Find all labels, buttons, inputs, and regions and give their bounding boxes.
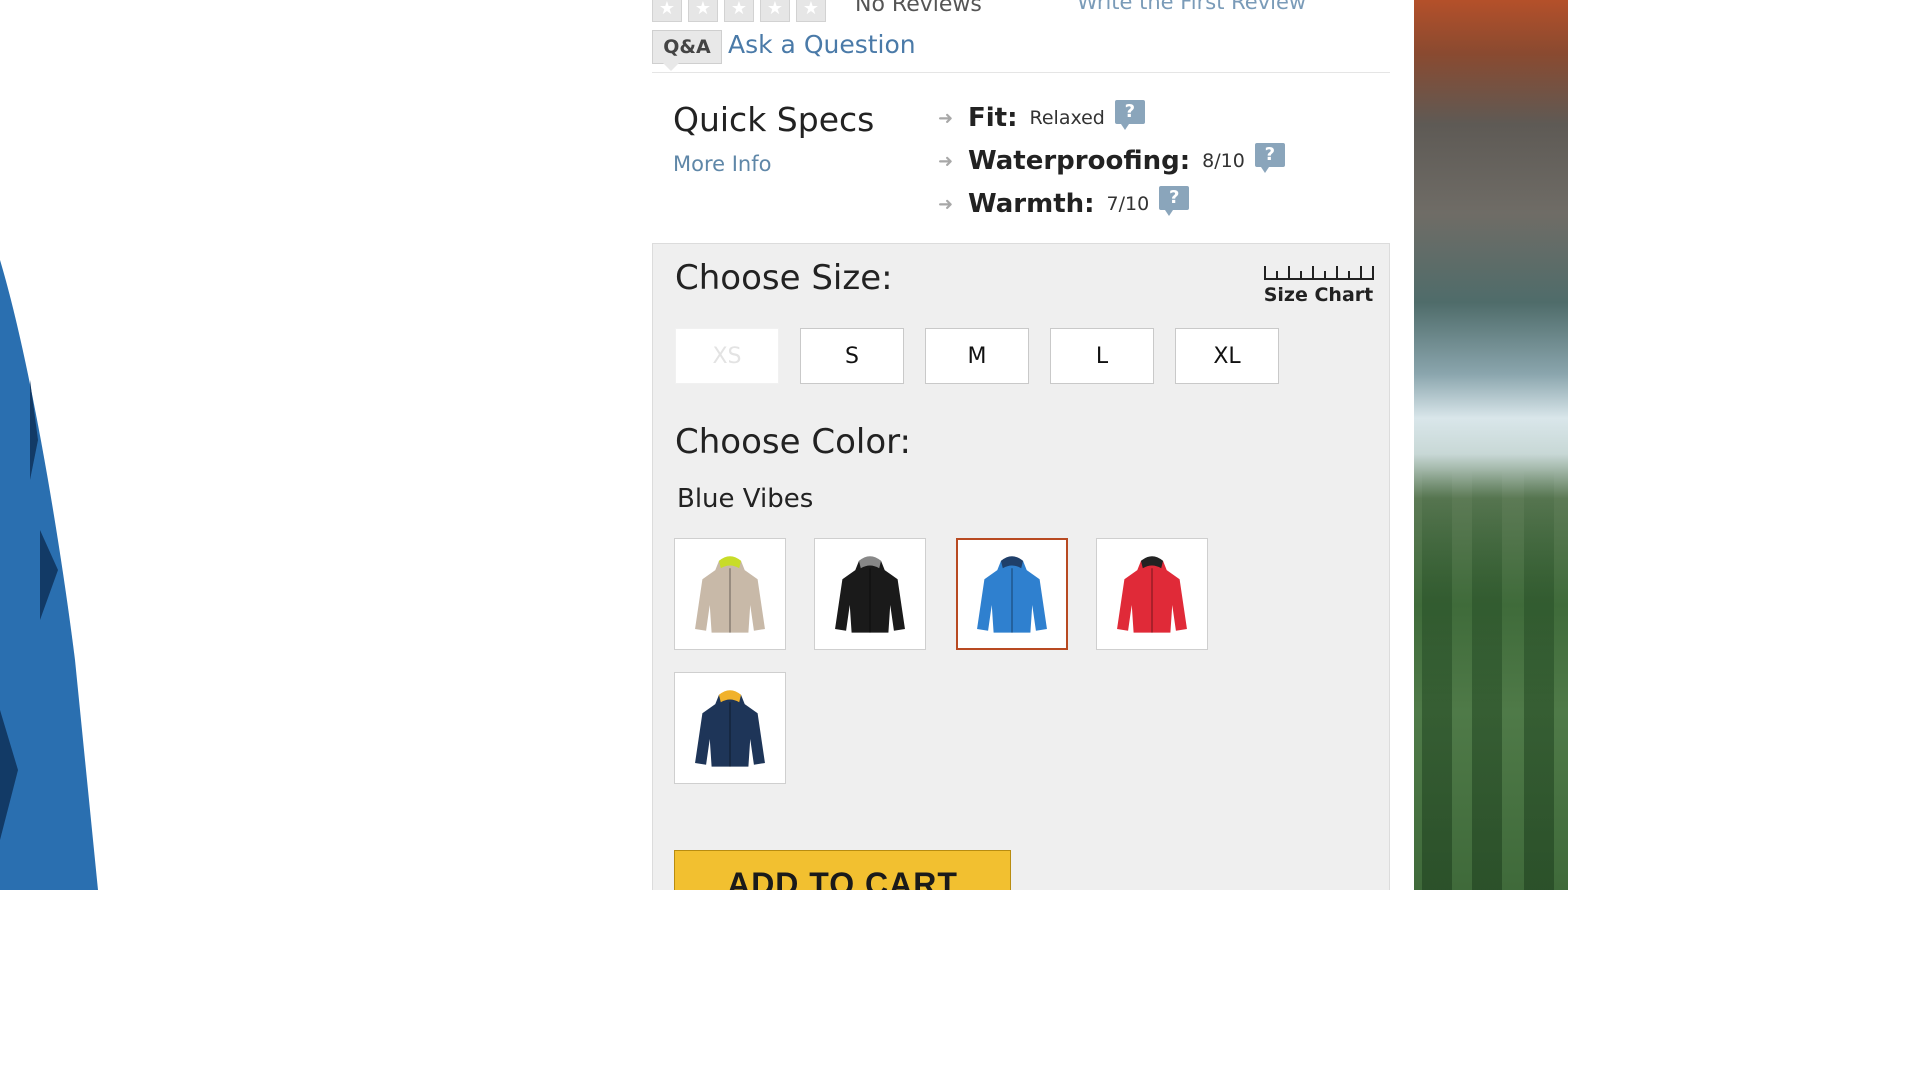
product-image-edge <box>0 260 98 890</box>
size-option-m[interactable]: M <box>925 328 1029 384</box>
spec-warmth: ➜ Warmth: 7/10 ? <box>938 186 1190 222</box>
jacket-thumbnail-icon <box>695 556 765 633</box>
spec-value: 8/10 <box>1202 150 1245 172</box>
qa-badge-icon: Q&A <box>652 30 722 71</box>
arrow-icon: ➜ <box>938 193 954 215</box>
jacket-thumbnail-icon <box>977 556 1047 633</box>
ruler-icon <box>1263 264 1374 280</box>
size-option-s[interactable]: S <box>800 328 904 384</box>
star-rating: ★ ★ ★ ★ ★ <box>652 0 826 22</box>
help-icon[interactable]: ? <box>1254 143 1285 173</box>
choose-color-title: Choose Color: <box>675 422 911 462</box>
write-review-link[interactable]: Write the First Review <box>1077 0 1306 14</box>
spec-label: Warmth: <box>968 189 1095 219</box>
jacket-thumbnail-icon <box>835 556 905 633</box>
help-icon[interactable]: ? <box>1114 100 1145 130</box>
spec-value: Relaxed <box>1029 107 1105 129</box>
size-option-l[interactable]: L <box>1050 328 1154 384</box>
help-icon[interactable]: ? <box>1159 186 1190 216</box>
color-swatch[interactable] <box>1096 538 1208 650</box>
page: ★ ★ ★ ★ ★ No Reviews Write the First Review … <box>0 0 1568 890</box>
divider <box>652 72 1390 73</box>
size-chart-link[interactable]: Size Chart <box>1261 264 1376 306</box>
jacket-thumbnail-icon <box>695 690 765 767</box>
quick-specs-title: Quick Specs <box>673 100 875 139</box>
color-swatch-selected[interactable] <box>956 538 1068 650</box>
ask-question-link[interactable]: Ask a Question <box>728 30 916 59</box>
size-options: XS S M L XL <box>675 328 1279 384</box>
color-swatch[interactable] <box>674 538 786 650</box>
star-icon: ★ <box>760 0 790 22</box>
size-option-xl[interactable]: XL <box>1175 328 1279 384</box>
spec-value: 7/10 <box>1106 193 1150 215</box>
color-swatch[interactable] <box>814 538 926 650</box>
star-icon: ★ <box>796 0 826 22</box>
selected-color-name: Blue Vibes <box>677 484 814 514</box>
color-swatch[interactable] <box>674 672 786 784</box>
product-options-panel: Choose Size: Size Chart XS S M L XL Choo… <box>652 243 1390 890</box>
choose-size-title: Choose Size: <box>675 258 893 298</box>
spec-waterproofing: ➜ Waterproofing: 8/10 ? <box>938 143 1285 179</box>
star-icon: ★ <box>652 0 682 22</box>
add-to-cart-button[interactable]: ADD TO CART <box>674 850 1011 890</box>
spec-label: Fit: <box>968 103 1018 133</box>
jacket-thumbnail-icon <box>1117 556 1187 633</box>
star-icon: ★ <box>724 0 754 22</box>
size-option-xs: XS <box>675 328 779 384</box>
spec-label: Waterproofing: <box>968 146 1191 176</box>
rating-row: ★ ★ ★ ★ ★ No Reviews Write the First Review <box>652 0 1392 22</box>
background-scenery <box>1414 0 1568 890</box>
star-icon: ★ <box>688 0 718 22</box>
spec-fit: ➜ Fit: Relaxed ? <box>938 100 1145 136</box>
no-reviews-label: No Reviews <box>855 0 982 17</box>
arrow-icon: ➜ <box>938 150 954 172</box>
more-info-link[interactable]: More Info <box>673 152 771 176</box>
size-chart-label: Size Chart <box>1263 284 1374 306</box>
arrow-icon: ➜ <box>938 107 954 129</box>
